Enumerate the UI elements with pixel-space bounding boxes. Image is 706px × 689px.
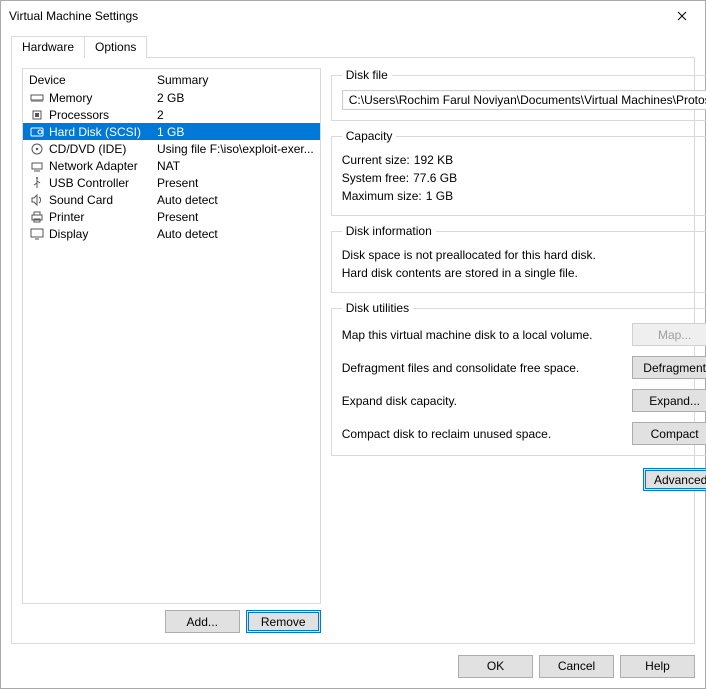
tab-hardware[interactable]: Hardware xyxy=(11,36,85,58)
device-buttons: Add... Remove xyxy=(22,604,321,633)
device-name: Printer xyxy=(49,210,157,224)
device-row[interactable]: USB ControllerPresent xyxy=(23,174,320,191)
sound-icon xyxy=(29,193,45,207)
device-name: Processors xyxy=(49,108,157,122)
window-title: Virtual Machine Settings xyxy=(9,9,659,23)
maximum-size-value: 1 GB xyxy=(426,187,453,205)
device-summary: Present xyxy=(157,210,314,224)
device-list: Device Summary Memory2 GBProcessors2Hard… xyxy=(22,68,321,604)
device-row[interactable]: CD/DVD (IDE)Using file F:\iso\exploit-ex… xyxy=(23,140,320,157)
device-summary: Present xyxy=(157,176,314,190)
device-row[interactable]: Processors2 xyxy=(23,106,320,123)
tab-panel-hardware: Device Summary Memory2 GBProcessors2Hard… xyxy=(11,57,695,644)
col-summary: Summary xyxy=(157,73,314,87)
expand-label: Expand disk capacity. xyxy=(342,394,632,408)
disk-file-legend: Disk file xyxy=(342,68,392,82)
close-icon xyxy=(677,11,687,21)
defrag-label: Defragment files and consolidate free sp… xyxy=(342,361,632,375)
map-label: Map this virtual machine disk to a local… xyxy=(342,328,632,342)
display-icon xyxy=(29,227,45,241)
content-area: Hardware Options Device Summary Memory2 … xyxy=(1,31,705,644)
cpu-icon xyxy=(29,108,45,122)
device-name: Hard Disk (SCSI) xyxy=(49,125,157,139)
device-summary: Auto detect xyxy=(157,227,314,241)
disk-icon xyxy=(29,125,45,139)
device-row[interactable]: Memory2 GB xyxy=(23,89,320,106)
current-size-label: Current size: xyxy=(342,151,410,169)
map-button[interactable]: Map... xyxy=(632,323,706,346)
printer-icon xyxy=(29,210,45,224)
system-free-value: 77.6 GB xyxy=(413,169,457,187)
tab-strip: Hardware Options xyxy=(11,36,695,58)
current-size-value: 192 KB xyxy=(414,151,453,169)
disk-file-group: Disk file C:\Users\Rochim Farul Noviyan\… xyxy=(331,68,706,121)
capacity-legend: Capacity xyxy=(342,129,397,143)
device-name: Network Adapter xyxy=(49,159,157,173)
device-summary: 2 xyxy=(157,108,314,122)
disk-utilities-group: Disk utilities Map this virtual machine … xyxy=(331,301,706,456)
disk-info-group: Disk information Disk space is not preal… xyxy=(331,224,706,293)
remove-button[interactable]: Remove xyxy=(246,610,321,633)
usb-icon xyxy=(29,176,45,190)
device-name: CD/DVD (IDE) xyxy=(49,142,157,156)
disk-utilities-legend: Disk utilities xyxy=(342,301,413,315)
device-column: Device Summary Memory2 GBProcessors2Hard… xyxy=(22,68,321,633)
system-free-label: System free: xyxy=(342,169,409,187)
add-button[interactable]: Add... xyxy=(165,610,240,633)
device-summary: Using file F:\iso\exploit-exer... xyxy=(157,142,314,156)
defragment-button[interactable]: Defragment xyxy=(632,356,706,379)
device-name: Display xyxy=(49,227,157,241)
cd-icon xyxy=(29,142,45,156)
help-button[interactable]: Help xyxy=(620,655,695,678)
capacity-group: Capacity Current size: 192 KB System fre… xyxy=(331,129,706,216)
disk-file-path[interactable]: C:\Users\Rochim Farul Noviyan\Documents\… xyxy=(342,90,706,110)
device-row[interactable]: DisplayAuto detect xyxy=(23,225,320,242)
device-name: Sound Card xyxy=(49,193,157,207)
dialog-footer: OK Cancel Help xyxy=(1,644,705,688)
col-device: Device xyxy=(29,73,157,87)
device-summary: 2 GB xyxy=(157,91,314,105)
expand-button[interactable]: Expand... xyxy=(632,389,706,412)
compact-button[interactable]: Compact xyxy=(632,422,706,445)
compact-label: Compact disk to reclaim unused space. xyxy=(342,427,632,441)
cancel-button[interactable]: Cancel xyxy=(539,655,614,678)
device-row[interactable]: Sound CardAuto detect xyxy=(23,191,320,208)
device-name: Memory xyxy=(49,91,157,105)
device-summary: 1 GB xyxy=(157,125,314,139)
device-name: USB Controller xyxy=(49,176,157,190)
tab-options[interactable]: Options xyxy=(84,36,147,58)
close-button[interactable] xyxy=(659,1,705,31)
ok-button[interactable]: OK xyxy=(458,655,533,678)
maximum-size-label: Maximum size: xyxy=(342,187,422,205)
detail-column: Disk file C:\Users\Rochim Farul Noviyan\… xyxy=(331,68,706,633)
device-summary: Auto detect xyxy=(157,193,314,207)
network-icon xyxy=(29,159,45,173)
disk-info-line1: Disk space is not preallocated for this … xyxy=(342,246,706,264)
disk-info-line2: Hard disk contents are stored in a singl… xyxy=(342,264,706,282)
disk-info-legend: Disk information xyxy=(342,224,436,238)
memory-icon xyxy=(29,91,45,105)
advanced-button[interactable]: Advanced... xyxy=(643,468,706,491)
device-row[interactable]: Hard Disk (SCSI)1 GB xyxy=(23,123,320,140)
settings-window: Virtual Machine Settings Hardware Option… xyxy=(0,0,706,689)
device-list-header: Device Summary xyxy=(23,69,320,89)
titlebar: Virtual Machine Settings xyxy=(1,1,705,31)
device-row[interactable]: Network AdapterNAT xyxy=(23,157,320,174)
device-row[interactable]: PrinterPresent xyxy=(23,208,320,225)
device-summary: NAT xyxy=(157,159,314,173)
advanced-row: Advanced... xyxy=(331,464,706,491)
